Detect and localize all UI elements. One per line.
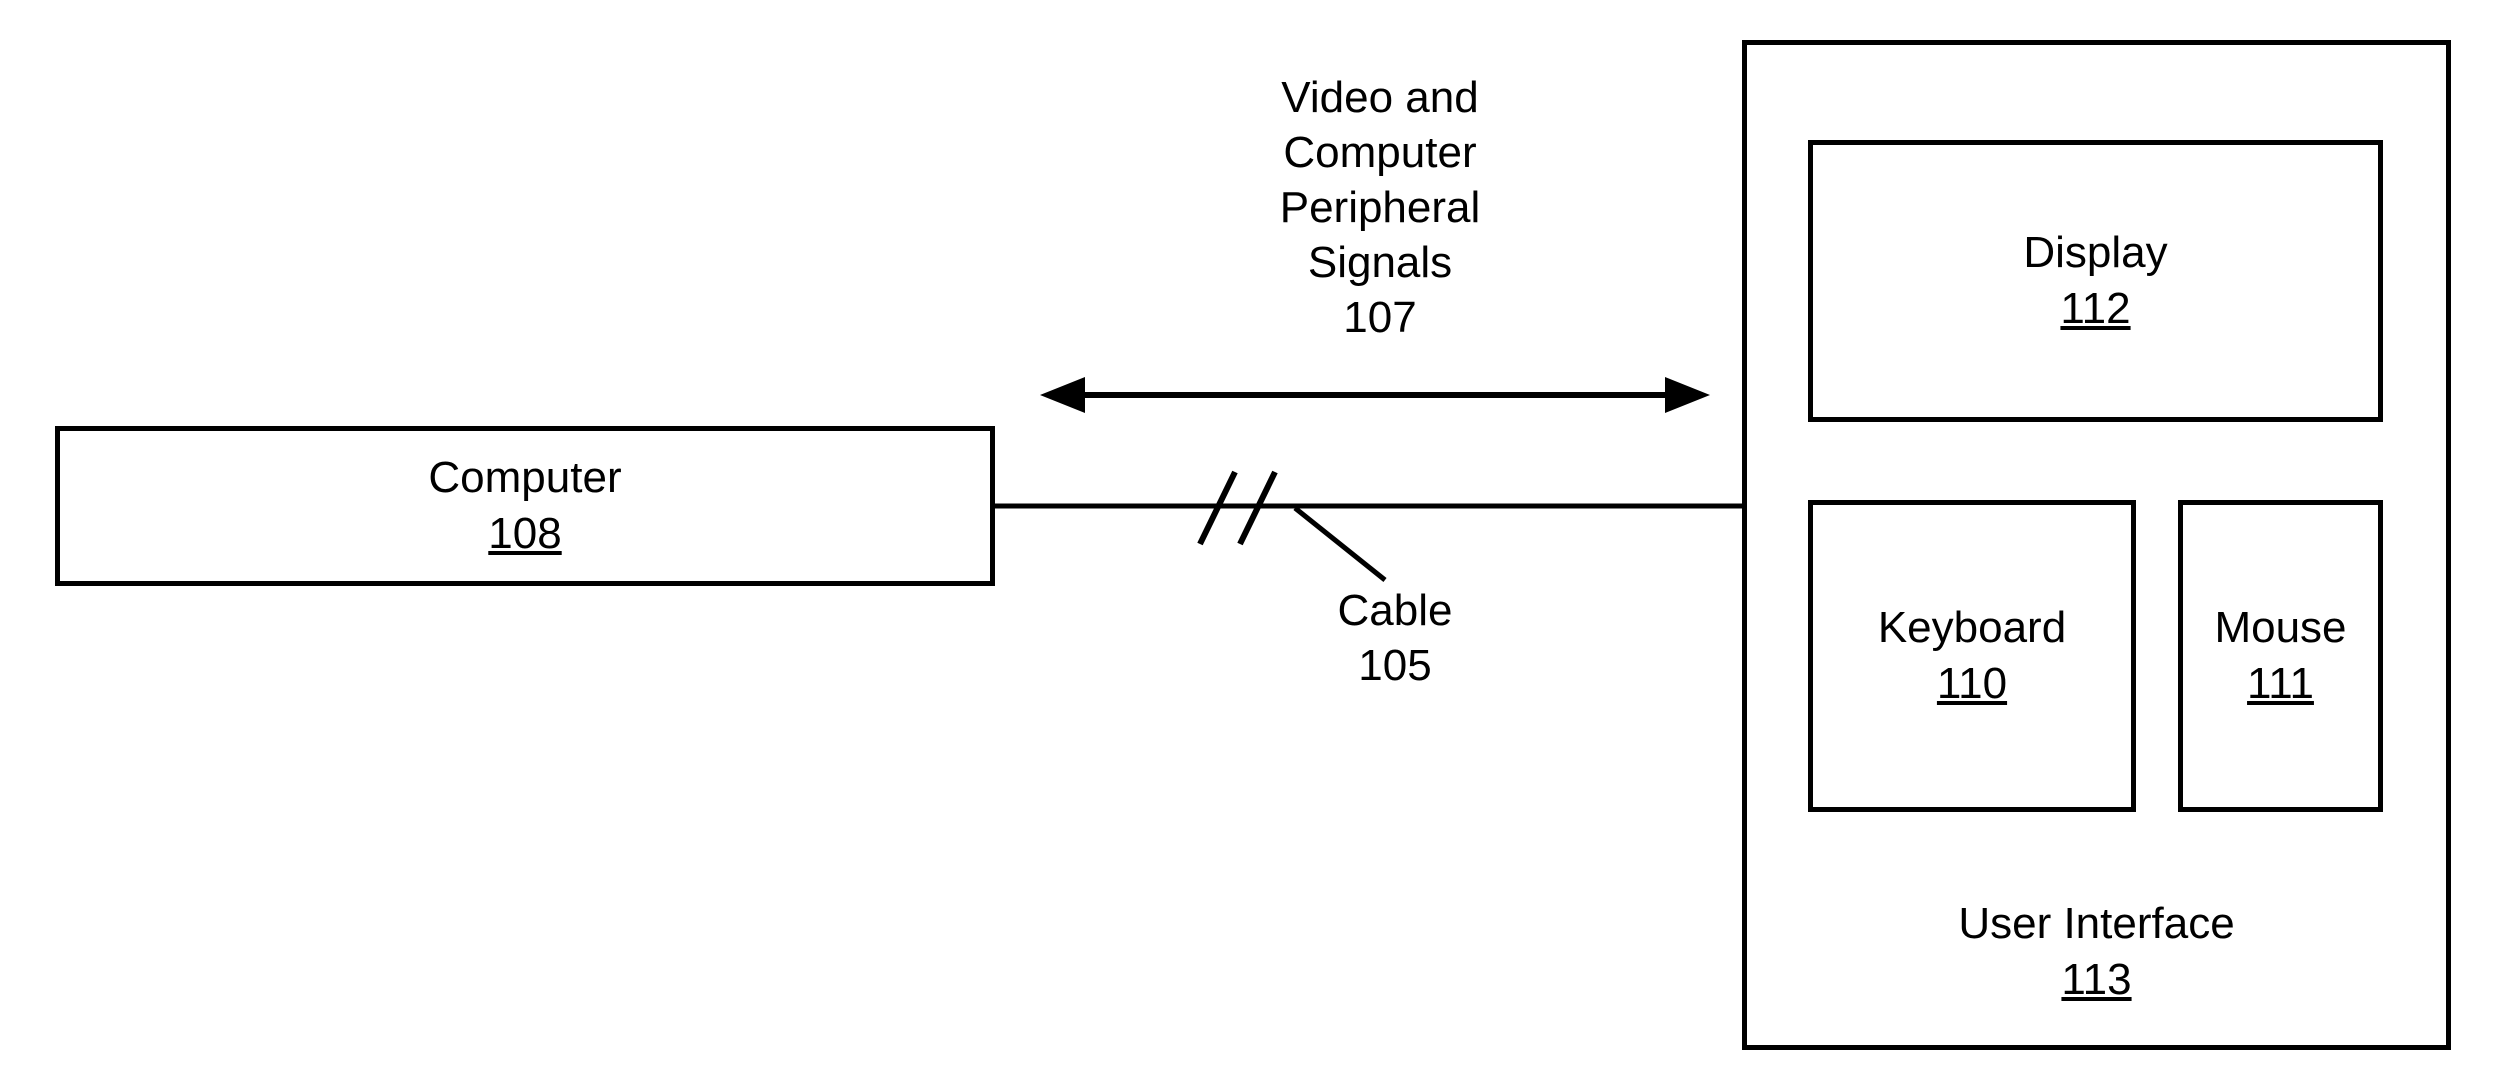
computer-title: Computer (428, 453, 621, 503)
signals-line1: Video and (1170, 70, 1590, 125)
double-arrow-icon (1040, 377, 1710, 413)
cable-leader-line (1295, 508, 1385, 580)
signals-label: Video and Computer Peripheral Signals 10… (1170, 70, 1590, 345)
computer-box: Computer 108 (55, 426, 995, 586)
signals-number: 107 (1170, 290, 1590, 345)
display-title: Display (2023, 228, 2167, 278)
signals-line4: Signals (1170, 235, 1590, 290)
cable-label: Cable 105 (1275, 583, 1515, 693)
user-interface-title: User Interface (1958, 899, 2234, 949)
user-interface-number: 113 (2061, 955, 2131, 1005)
mouse-number: 111 (2247, 659, 2314, 709)
keyboard-number: 110 (1937, 659, 2007, 709)
display-number: 112 (2060, 284, 2130, 334)
cable-title: Cable (1275, 583, 1515, 638)
keyboard-title: Keyboard (1878, 603, 2066, 653)
diagram-canvas: Computer 108 User Interface 113 Display … (0, 0, 2494, 1090)
computer-number: 108 (488, 509, 561, 559)
mouse-title: Mouse (2214, 603, 2346, 653)
signals-line3: Peripheral (1170, 180, 1590, 235)
cable-break-icon (1200, 472, 1275, 544)
signals-line2: Computer (1170, 125, 1590, 180)
cable-number: 105 (1275, 638, 1515, 693)
display-box: Display 112 (1808, 140, 2383, 422)
keyboard-box: Keyboard 110 (1808, 500, 2136, 812)
mouse-box: Mouse 111 (2178, 500, 2383, 812)
